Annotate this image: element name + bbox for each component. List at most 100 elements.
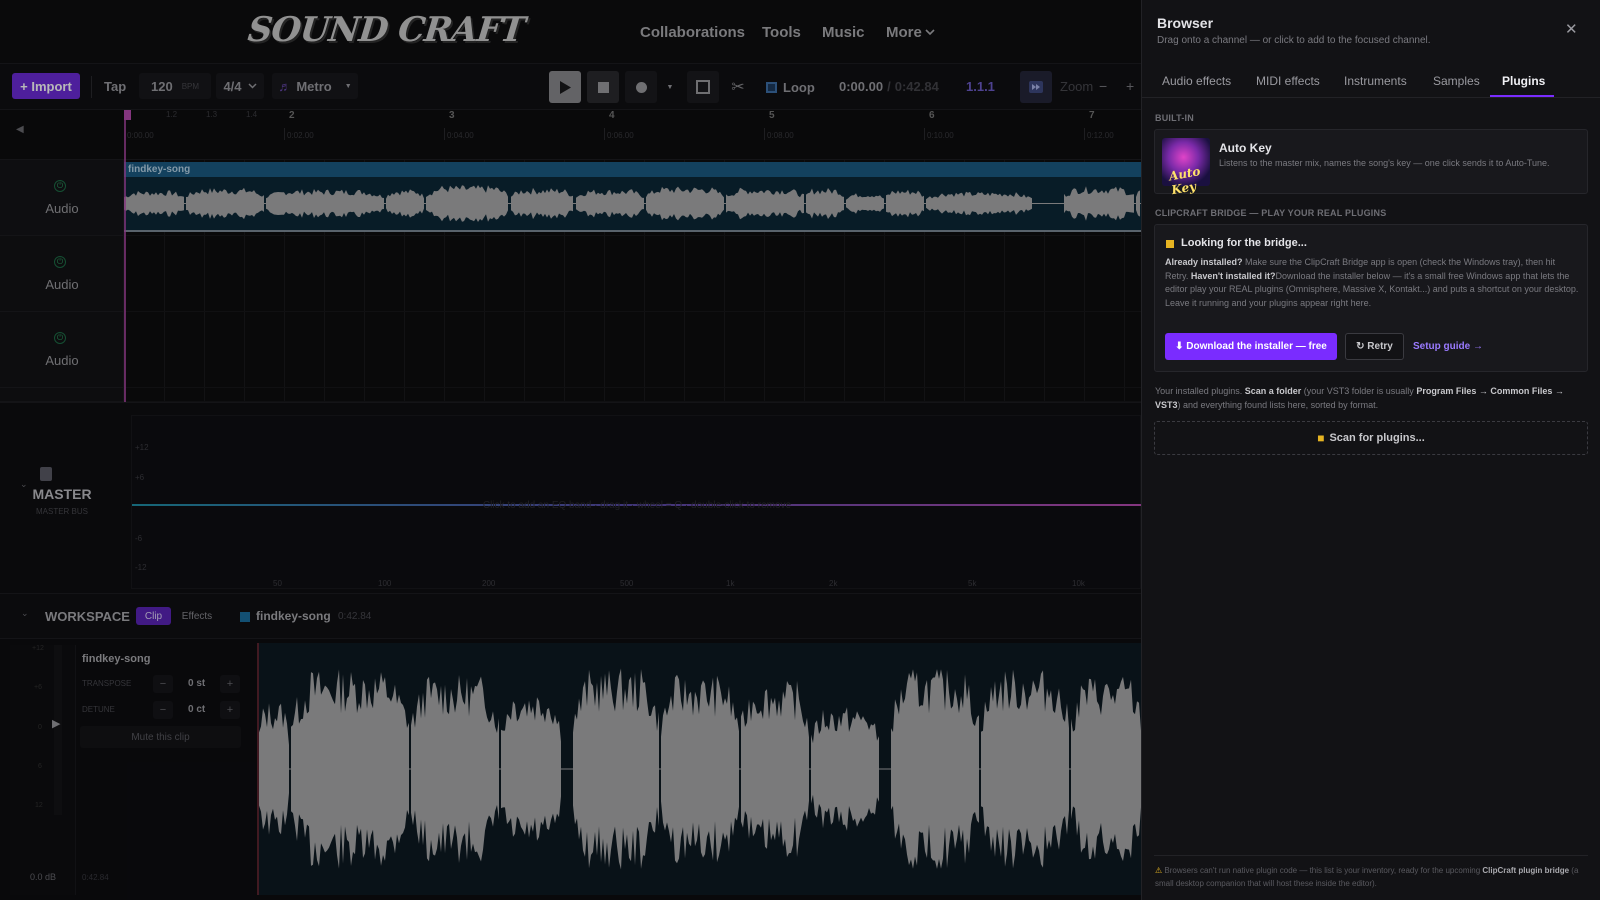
stop-button[interactable] [587,71,619,103]
logo[interactable]: SOUND CRAFT [246,10,527,50]
follow-playhead-button[interactable] [1020,71,1052,103]
master-section: ⌄ MASTER MASTER BUS +12 +6 -6 -12 Click … [0,402,1141,594]
meter-track [54,645,62,815]
auto-key-logo-text: Auto Key [1167,164,1202,198]
retry-button[interactable]: ↻ Retry [1345,333,1404,360]
power-icon[interactable]: ⏻ [54,332,66,344]
transpose-plus-button[interactable]: + [220,675,240,693]
bpm-field[interactable]: 120 BPM [139,73,211,99]
chevron-down-icon [925,29,935,36]
nav-tools[interactable]: Tools [762,24,801,41]
bpm-value: 120 [151,78,173,94]
select-tool-button[interactable] [687,71,719,103]
track-header[interactable]: ⏻ Audio [0,236,124,312]
tab-clip[interactable]: Clip [136,607,171,625]
play-button[interactable] [549,71,581,103]
tab-midi-effects[interactable]: MIDI effects [1256,74,1320,88]
master-subtitle: MASTER BUS [35,507,88,516]
collapse-arrow-icon[interactable]: ◀ [16,124,24,135]
nav-music[interactable]: Music [822,24,865,41]
clip-time: 0:42.84 [82,873,109,882]
tap-tempo-button[interactable]: Tap [104,79,126,94]
transpose-minus-button[interactable]: − [153,675,173,693]
mute-clip-button[interactable]: Mute this clip [80,726,241,748]
time-signature-select[interactable]: 4/4 [216,73,264,99]
detune-value: 0 ct [188,704,206,715]
track-list: ⏻ Audio ⏻ Audio ⏻ Audio findkey-song [0,110,1141,402]
track-header[interactable]: ⏻ Audio [0,312,124,388]
collapse-icon[interactable]: ⌄ [21,608,29,619]
tab-samples[interactable]: Samples [1433,74,1480,88]
status-indicator [1166,240,1174,248]
clip-waveform-editor[interactable] [257,643,1141,895]
installed-text: ) and everything found lists here, sorte… [1177,400,1379,410]
tab-instruments[interactable]: Instruments [1344,74,1407,88]
transport-toolbar: + Import Tap 120 BPM 4/4 ♬ Metro ▼ ▼ ✂ L… [0,64,1141,110]
transpose-value: 0 st [188,678,206,689]
track-lane[interactable]: findkey-song [124,160,1141,236]
meter-label: +6 [34,684,42,691]
browser-title: Browser [1157,15,1214,31]
record-options-dropdown[interactable]: ▼ [663,71,677,103]
detune-plus-button[interactable]: + [220,701,240,719]
ruler-time-label: 0:04.00 [447,131,474,140]
ruler-bar-label: 2 [289,110,295,121]
fast-forward-icon [1029,81,1043,93]
ruler-bar-label: 3 [449,110,455,121]
nav-collaborations[interactable]: Collaborations [640,24,745,41]
eq-freq-label: 10k [1072,579,1085,588]
loop-toggle[interactable]: Loop [766,71,822,103]
time-separator: / [887,79,891,94]
tab-effects[interactable]: Effects [175,607,219,625]
scan-plugins-button[interactable]: ■ Scan for plugins... [1154,421,1588,455]
eq-freq-label: 50 [273,579,282,588]
gain-handle-icon[interactable]: ▶ [52,717,60,730]
metronome-icon: ♬ [278,78,292,94]
close-icon[interactable]: ✕ [1565,20,1578,38]
metronome-toggle[interactable]: ♬ Metro ▼ [272,73,358,99]
zoom-out-button[interactable]: − [1099,78,1107,94]
audio-clip[interactable]: findkey-song [124,162,1141,232]
setup-guide-link[interactable]: Setup guide → [1413,341,1483,352]
scissors-icon: ✂ [731,79,745,96]
play-icon [560,80,571,94]
ruler-time-label: 0:08.00 [767,131,794,140]
ruler-time-label: 0:06.00 [607,131,634,140]
ruler-tick [924,128,925,140]
import-button[interactable]: + Import [12,73,80,99]
scan-plugins-label: Scan for plugins... [1329,432,1425,444]
eq-freq-label: 100 [378,579,392,588]
timeline-ruler[interactable]: 1.2 1.3 1.4 2 3 4 5 6 7 0:00.00 0:02.00 … [124,110,1141,160]
track-lane[interactable] [124,312,1141,388]
bridge-installed-heading: Already installed? [1165,257,1243,267]
gain-meter[interactable]: +12 +6 0 6 12 ▶ 0.0 dB [10,645,76,895]
track-lane[interactable] [124,236,1141,312]
ruler-bar-label: 7 [1089,110,1095,121]
footer-bridge-name: ClipCraft plugin bridge [1482,866,1570,875]
clip-color-swatch [240,612,250,622]
download-installer-button[interactable]: ⬇ Download the installer — free [1165,333,1337,360]
stop-icon [597,81,609,93]
time-total: 0:42.84 [894,79,939,94]
eq-freq-label: 2k [829,579,838,588]
master-title: MASTER [32,486,92,502]
clip-waveform [124,185,1141,222]
track-name: Audio [45,353,79,368]
detune-minus-button[interactable]: − [153,701,173,719]
ruler-time-label: 0:00.00 [127,131,154,140]
tab-plugins[interactable]: Plugins [1502,74,1545,88]
eq-db-label: -6 [135,534,143,543]
ruler-corner: ◀ [0,110,124,160]
tab-audio-effects[interactable]: Audio effects [1162,74,1231,88]
power-icon[interactable]: ⏻ [54,180,66,192]
nav-more[interactable]: More [886,24,922,41]
scissors-tool-button[interactable]: ✂ [726,71,750,103]
power-icon[interactable]: ⏻ [54,256,66,268]
eq-graph[interactable]: +12 +6 -6 -12 Click to add an EQ band · … [131,415,1141,589]
record-button[interactable] [625,71,657,103]
ruler-minor-label: 1.3 [206,110,218,119]
clip-waveform [259,668,1141,870]
zoom-in-button[interactable]: + [1126,78,1134,94]
track-header[interactable]: ⏻ Audio [0,160,124,236]
plugin-card-auto-key[interactable]: Auto Key Auto Key Listens to the master … [1154,129,1588,197]
